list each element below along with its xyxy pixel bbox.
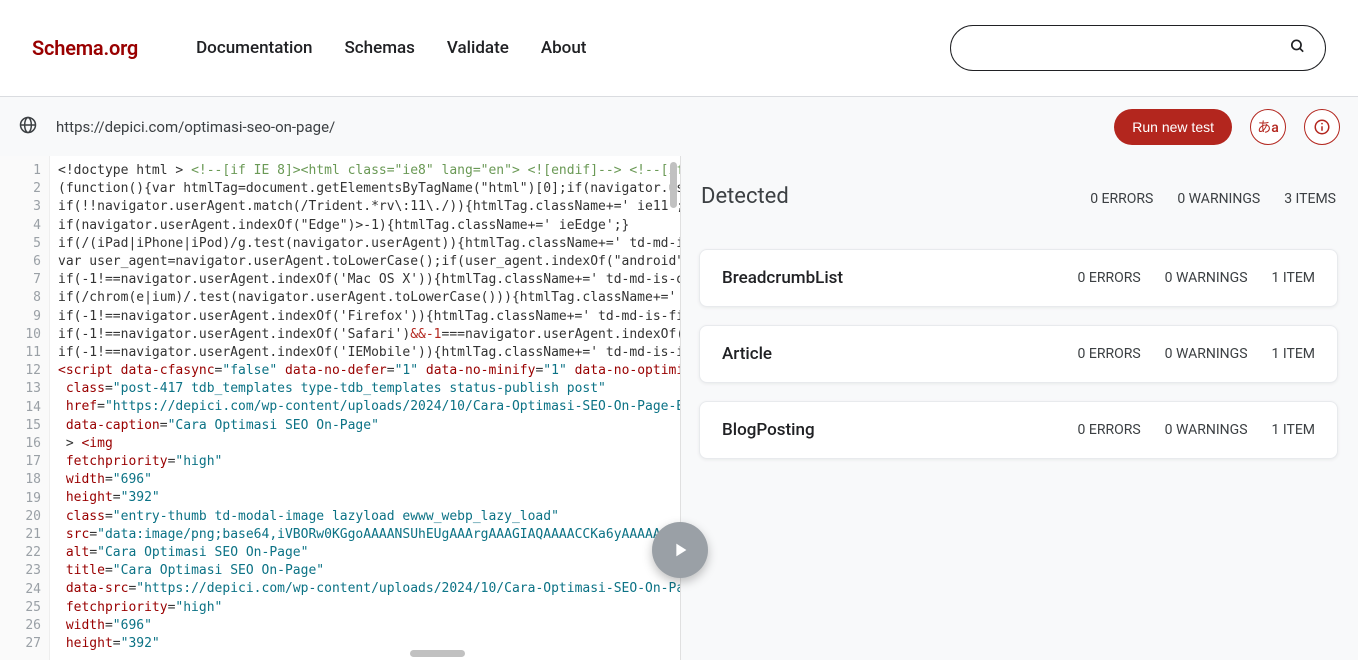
summary-warnings: 0 WARNINGS bbox=[1177, 191, 1260, 207]
code-line: <!doctype html > <!--[if IE 8]><html cla… bbox=[58, 162, 680, 180]
result-warnings: 0 WARNINGS bbox=[1165, 346, 1248, 362]
code-line: alt="Cara Optimasi SEO On-Page" bbox=[58, 544, 680, 562]
search-wrap bbox=[950, 25, 1326, 71]
code-line: title="Cara Optimasi SEO On-Page" bbox=[58, 562, 680, 580]
nav-about[interactable]: About bbox=[541, 38, 587, 58]
result-items: 1 ITEM bbox=[1272, 270, 1315, 286]
results-panel: Detected 0 ERRORS 0 WARNINGS 3 ITEMS Bre… bbox=[681, 156, 1358, 660]
main: 1234567891011121314151617181920212223242… bbox=[0, 156, 1358, 660]
code-line: (function(){var htmlTag=document.getElem… bbox=[58, 180, 680, 198]
code-hscroll-thumb[interactable] bbox=[410, 650, 465, 657]
logo[interactable]: Schema.org bbox=[32, 36, 138, 60]
detected-title: Detected bbox=[701, 184, 789, 209]
code-line: height="392" bbox=[58, 489, 680, 507]
code-line: width="696" bbox=[58, 471, 680, 489]
language-icon: あa bbox=[1257, 117, 1279, 137]
nav-validate[interactable]: Validate bbox=[447, 38, 509, 58]
result-name: BreadcrumbList bbox=[722, 268, 843, 288]
result-errors: 0 ERRORS bbox=[1078, 422, 1141, 438]
code-line: fetchpriority="high" bbox=[58, 599, 680, 617]
code-content[interactable]: <!doctype html > <!--[if IE 8]><html cla… bbox=[50, 156, 680, 660]
result-stats: 0 ERRORS 0 WARNINGS 1 ITEM bbox=[1078, 346, 1315, 362]
code-line: class="entry-thumb td-modal-image lazylo… bbox=[58, 508, 680, 526]
code-line: width="696" bbox=[58, 617, 680, 635]
result-card[interactable]: Article 0 ERRORS 0 WARNINGS 1 ITEM bbox=[699, 325, 1338, 383]
result-errors: 0 ERRORS bbox=[1078, 346, 1141, 362]
result-warnings: 0 WARNINGS bbox=[1165, 270, 1248, 286]
code-panel: 1234567891011121314151617181920212223242… bbox=[0, 156, 681, 660]
search-input[interactable] bbox=[950, 25, 1326, 71]
code-line: height="392" bbox=[58, 635, 680, 653]
code-line: var user_agent=navigator.userAgent.toLow… bbox=[58, 253, 680, 271]
detected-summary: 0 ERRORS 0 WARNINGS 3 ITEMS bbox=[1090, 191, 1336, 207]
code-vscroll-thumb[interactable] bbox=[670, 162, 677, 208]
code-line: if(navigator.userAgent.indexOf("Edge")>-… bbox=[58, 217, 680, 235]
code-line: if(-1!==navigator.userAgent.indexOf('Saf… bbox=[58, 326, 680, 344]
play-fab[interactable] bbox=[652, 522, 708, 578]
detected-header: Detected 0 ERRORS 0 WARNINGS 3 ITEMS bbox=[699, 184, 1338, 249]
code-line: if(-1!==navigator.userAgent.indexOf('Fir… bbox=[58, 308, 680, 326]
info-button[interactable] bbox=[1304, 109, 1340, 145]
result-errors: 0 ERRORS bbox=[1078, 270, 1141, 286]
url-bar: https://depici.com/optimasi-seo-on-page/… bbox=[0, 96, 1358, 156]
result-warnings: 0 WARNINGS bbox=[1165, 422, 1248, 438]
code-line: if(!!navigator.userAgent.match(/Trident.… bbox=[58, 198, 680, 216]
result-items: 1 ITEM bbox=[1272, 346, 1315, 362]
play-icon bbox=[669, 539, 691, 561]
code-line: > <img bbox=[58, 435, 680, 453]
header: Schema.org Documentation Schemas Validat… bbox=[0, 0, 1358, 96]
code-line: <script data-cfasync="false" data-no-def… bbox=[58, 362, 680, 380]
result-name: BlogPosting bbox=[722, 420, 815, 440]
header-left: Schema.org Documentation Schemas Validat… bbox=[32, 36, 586, 60]
summary-errors: 0 ERRORS bbox=[1090, 191, 1153, 207]
code-line: if(-1!==navigator.userAgent.indexOf('IEM… bbox=[58, 344, 680, 362]
code-line: href="https://depici.com/wp-content/uplo… bbox=[58, 398, 680, 416]
result-stats: 0 ERRORS 0 WARNINGS 1 ITEM bbox=[1078, 422, 1315, 438]
result-name: Article bbox=[722, 344, 772, 364]
code-line: if(/(iPad|iPhone|iPod)/g.test(navigator.… bbox=[58, 235, 680, 253]
nav-documentation[interactable]: Documentation bbox=[196, 38, 312, 58]
code-line: if(-1!==navigator.userAgent.indexOf('Mac… bbox=[58, 271, 680, 289]
globe-icon bbox=[18, 115, 38, 139]
code-gutter: 1234567891011121314151617181920212223242… bbox=[0, 156, 50, 660]
nav-schemas[interactable]: Schemas bbox=[344, 38, 414, 58]
code-line: fetchpriority="high" bbox=[58, 453, 680, 471]
nav: Documentation Schemas Validate About bbox=[196, 38, 586, 58]
result-items: 1 ITEM bbox=[1272, 422, 1315, 438]
code-line: data-caption="Cara Optimasi SEO On-Page" bbox=[58, 417, 680, 435]
code-line: src="data:image/png;base64,iVBORw0KGgoAA… bbox=[58, 526, 680, 544]
code-line: data-src="https://depici.com/wp-content/… bbox=[58, 580, 680, 598]
result-card[interactable]: BreadcrumbList 0 ERRORS 0 WARNINGS 1 ITEM bbox=[699, 249, 1338, 307]
code-line: class="post-417 tdb_templates type-tdb_t… bbox=[58, 380, 680, 398]
code-line: if(/chrom(e|ium)/.test(navigator.userAge… bbox=[58, 289, 680, 307]
summary-items: 3 ITEMS bbox=[1284, 191, 1336, 207]
language-toggle-button[interactable]: あa bbox=[1250, 109, 1286, 145]
info-icon bbox=[1313, 118, 1331, 136]
result-stats: 0 ERRORS 0 WARNINGS 1 ITEM bbox=[1078, 270, 1315, 286]
run-new-test-button[interactable]: Run new test bbox=[1114, 109, 1232, 145]
result-card[interactable]: BlogPosting 0 ERRORS 0 WARNINGS 1 ITEM bbox=[699, 401, 1338, 459]
tested-url: https://depici.com/optimasi-seo-on-page/ bbox=[56, 118, 1096, 136]
search-icon[interactable] bbox=[1289, 38, 1306, 59]
